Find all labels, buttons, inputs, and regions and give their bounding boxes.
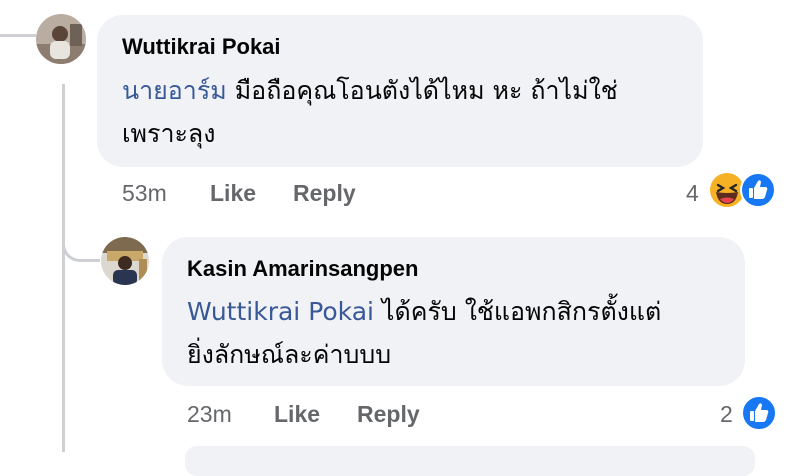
like-button[interactable]: Like <box>274 401 320 428</box>
comment-author[interactable]: Wuttikrai Pokai <box>122 34 281 60</box>
comment-text-line1: มือถือคุณโอนตังได้ไหม หะ ถ้าไม่ใช่ <box>226 76 618 105</box>
reaction-count[interactable]: 2 <box>720 401 733 428</box>
comment-author[interactable]: Kasin Amarinsangpen <box>187 256 418 282</box>
reply-button[interactable]: Reply <box>357 401 420 428</box>
like-button[interactable]: Like <box>210 180 256 207</box>
like-icon <box>741 395 777 431</box>
comment-timestamp[interactable]: 23m <box>187 401 232 428</box>
comment-text: Wuttikrai Pokai ได้ครับ ใช้แอพกสิกรตั้งแ… <box>187 290 737 376</box>
comment-text-line2: เพราะลุง <box>122 119 216 148</box>
reply-button[interactable]: Reply <box>293 180 356 207</box>
thread-connector-top <box>0 34 36 37</box>
avatar[interactable] <box>36 14 86 64</box>
mention-link[interactable]: Wuttikrai Pokai <box>187 297 374 326</box>
comment-text-line1: ได้ครับ ใช้แอพกสิกรตั้งแต่ <box>373 297 662 326</box>
comment-text-line2: ยิ่งลักษณ์ละค่าบบบ <box>187 340 392 369</box>
comment-text: นายอาร์ม มือถือคุณโอนตังได้ไหม หะ ถ้าไม่… <box>122 69 692 155</box>
next-reply-bubble <box>185 446 755 476</box>
thread-connector-vertical <box>62 84 65 452</box>
comment-timestamp[interactable]: 53m <box>122 180 167 207</box>
avatar[interactable] <box>101 237 149 285</box>
mention-link[interactable]: นายอาร์ม <box>122 76 227 105</box>
thread-connector-reply <box>62 210 100 262</box>
like-icon <box>740 172 776 208</box>
reaction-count[interactable]: 4 <box>686 180 699 207</box>
